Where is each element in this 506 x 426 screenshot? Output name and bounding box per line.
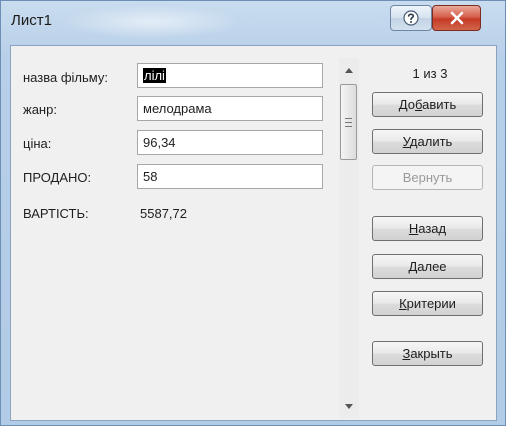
form-client-area: назва фільму: жанр: ціна: ПРОДАНО: ВАРТІ… [10,45,497,421]
criteria-button-label-post: ритерии [406,296,456,311]
scroll-up-button[interactable] [339,62,359,78]
price-input[interactable]: 96,34 [137,130,323,155]
scroll-down-arrow-icon [345,403,353,409]
field-label-sold: ПРОДАНО: [23,170,92,185]
cost-value: 5587,72 [140,206,187,221]
close-form-button[interactable]: Закрыть [372,341,483,366]
scroll-grip-icon [345,117,352,127]
next-button-label-post: алее [417,259,447,274]
field-label-cost: ВАРТІСТЬ: [23,206,89,221]
restore-button-label: Вернуть [402,170,453,185]
record-counter: 1 из 3 [412,66,448,81]
back-button[interactable]: Назад [372,216,483,241]
close-window-button[interactable] [432,5,481,31]
scroll-down-button[interactable] [339,398,359,414]
scroll-up-arrow-icon [345,67,353,73]
field-label-title: назва фільму: [23,70,108,85]
delete-button[interactable]: Удалить [372,129,483,154]
back-button-label-post: азад [418,221,447,236]
sold-input-value: 58 [143,169,158,184]
criteria-button-accel: К [399,296,407,311]
restore-button[interactable]: Вернуть [372,165,483,190]
next-button[interactable]: Далее [372,254,483,279]
help-button[interactable] [390,5,432,31]
title-glow [61,5,241,39]
title-bar[interactable]: Лист1 [1,1,505,45]
add-button[interactable]: Добавить [372,92,483,117]
back-button-accel: Н [408,221,419,236]
field-label-genre: жанр: [23,102,57,117]
data-form-dialog: Лист1 назва фільму: жанр: ціна: ПРОДАНО:… [0,0,506,426]
scroll-thumb[interactable] [340,84,357,160]
next-button-accel: Д [408,259,418,274]
record-scrollbar[interactable] [339,58,359,418]
sold-input[interactable]: 58 [137,164,323,189]
add-button-label-post: авить [422,97,457,112]
field-label-price: ціна: [23,136,52,151]
criteria-button[interactable]: Критерии [372,291,483,316]
genre-input-value: мелодрама [143,101,212,116]
title-input[interactable]: лілі [137,63,323,88]
close-x-icon [450,11,463,25]
window-title: Лист1 [11,12,52,29]
close-form-button-label-post: акрыть [410,346,453,361]
title-input-value: лілі [143,68,166,83]
delete-button-accel: У [402,134,410,149]
genre-input[interactable]: мелодрама [137,96,323,121]
help-question-icon [403,10,419,26]
price-input-value: 96,34 [143,135,176,150]
add-button-label-pre: До [398,97,415,112]
delete-button-label-post: далить [409,134,453,149]
